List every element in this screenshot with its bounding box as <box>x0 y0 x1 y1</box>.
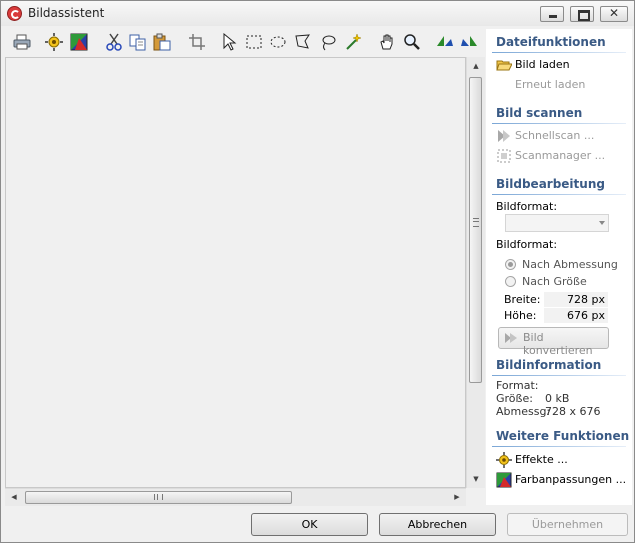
scroll-left-icon[interactable]: ◀ <box>5 489 23 507</box>
effects-label: Effekte ... <box>515 453 568 466</box>
info-dimension-value: 728 x 676 <box>545 405 601 418</box>
scroll-right-icon[interactable]: ▶ <box>448 489 466 507</box>
radio-selected-icon <box>505 259 516 270</box>
pointer-icon[interactable] <box>220 32 238 51</box>
width-label: Breite: <box>504 293 541 306</box>
grip-icon <box>154 494 163 500</box>
close-button[interactable]: ✕ <box>600 6 628 22</box>
convert-icon <box>504 331 518 345</box>
button-bar: OK Abbrechen Übernehmen <box>1 506 634 542</box>
effects-icon <box>496 452 512 468</box>
height-label: Höhe: <box>504 309 537 322</box>
color-adjust-icon[interactable] <box>70 33 88 51</box>
section-title-more: Weitere Funktionen <box>496 429 630 443</box>
section-title-edit: Bildbearbeitung <box>496 177 605 191</box>
minimize-button[interactable] <box>540 6 564 22</box>
section-divider <box>492 194 626 195</box>
section-divider <box>492 52 626 53</box>
apply-button[interactable]: Übernehmen <box>507 513 628 536</box>
minimize-icon <box>549 15 557 18</box>
cancel-button[interactable]: Abbrechen <box>379 513 496 536</box>
rotate-left-icon[interactable] <box>436 33 454 51</box>
width-field[interactable]: 728 px <box>544 292 608 307</box>
scroll-corner <box>466 488 485 506</box>
height-field[interactable]: 676 px <box>544 308 608 323</box>
zoom-icon[interactable] <box>403 33 421 51</box>
vertical-scroll-thumb[interactable] <box>469 77 482 383</box>
format-label: Bildformat: <box>496 200 558 213</box>
magic-wand-icon[interactable] <box>344 33 362 51</box>
info-dimension-label: Abmessg: <box>496 405 551 418</box>
horizontal-scrollbar[interactable]: ◀ ▶ <box>5 488 466 506</box>
radio-unselected-icon <box>505 276 516 287</box>
toolbar <box>7 31 485 55</box>
ok-button[interactable]: OK <box>251 513 368 536</box>
scroll-down-icon[interactable]: ▼ <box>467 470 485 488</box>
title-bar[interactable]: Bildassistent ✕ <box>1 1 634 26</box>
section-title-info: Bildinformation <box>496 358 602 372</box>
section-title-scan: Bild scannen <box>496 106 583 120</box>
copy-icon[interactable] <box>129 33 147 51</box>
crop-icon[interactable] <box>188 33 206 51</box>
info-size-label: Größe: <box>496 392 533 405</box>
bildassistent-window: Bildassistent ✕ ▲ ▼ ◀ ▶ Dateifunktionen … <box>0 0 635 543</box>
rect-select-icon[interactable] <box>245 33 263 51</box>
by-size-label: Nach Größe <box>522 275 587 288</box>
close-icon: ✕ <box>608 6 620 20</box>
section-divider <box>492 375 626 376</box>
section-divider <box>492 446 626 447</box>
reload-label: Erneut laden <box>515 78 586 91</box>
scroll-up-icon[interactable]: ▲ <box>467 57 485 75</box>
print-icon[interactable] <box>13 33 31 51</box>
rotate-right-icon[interactable] <box>460 33 478 51</box>
format-select[interactable] <box>505 214 609 232</box>
polygon-select-icon[interactable] <box>294 33 312 51</box>
window-title: Bildassistent <box>28 6 105 20</box>
ellipse-select-icon[interactable] <box>269 33 287 51</box>
grip-icon <box>473 218 479 227</box>
image-canvas[interactable] <box>5 57 466 488</box>
color-adjust-label: Farbanpassungen ... <box>515 473 627 486</box>
by-dimension-label: Nach Abmessung <box>522 258 618 271</box>
effects-icon[interactable] <box>45 33 63 51</box>
paste-icon[interactable] <box>153 33 171 51</box>
quick-scan-icon <box>496 128 512 144</box>
lasso-icon[interactable] <box>319 33 337 51</box>
scan-manager-label: Scanmanager ... <box>515 149 606 162</box>
section-divider <box>492 123 626 124</box>
load-image-label: Bild laden <box>515 58 570 71</box>
section-title-file: Dateifunktionen <box>496 35 606 49</box>
task-panel: Dateifunktionen Bild laden Erneut laden … <box>486 29 632 505</box>
chevron-down-icon <box>599 221 605 225</box>
color-adjust-icon <box>496 472 512 488</box>
info-format: Format: <box>496 379 539 392</box>
quick-scan-label: Schnellscan ... <box>515 129 595 142</box>
convert-image-label: Bild konvertieren <box>523 331 593 357</box>
info-size-value: 0 kB <box>545 392 570 405</box>
app-logo-icon <box>7 6 22 21</box>
maximize-icon <box>578 10 590 21</box>
hand-icon[interactable] <box>378 33 396 51</box>
convert-image-button[interactable]: Bild konvertieren <box>498 327 609 357</box>
scan-manager-icon <box>496 148 512 164</box>
folder-open-icon <box>496 57 513 73</box>
vertical-scrollbar[interactable]: ▲ ▼ <box>466 57 485 488</box>
scissors-icon[interactable] <box>105 33 123 51</box>
maximize-button[interactable] <box>570 6 594 22</box>
horizontal-scroll-thumb[interactable] <box>25 491 292 504</box>
format-label-2: Bildformat: <box>496 238 558 251</box>
